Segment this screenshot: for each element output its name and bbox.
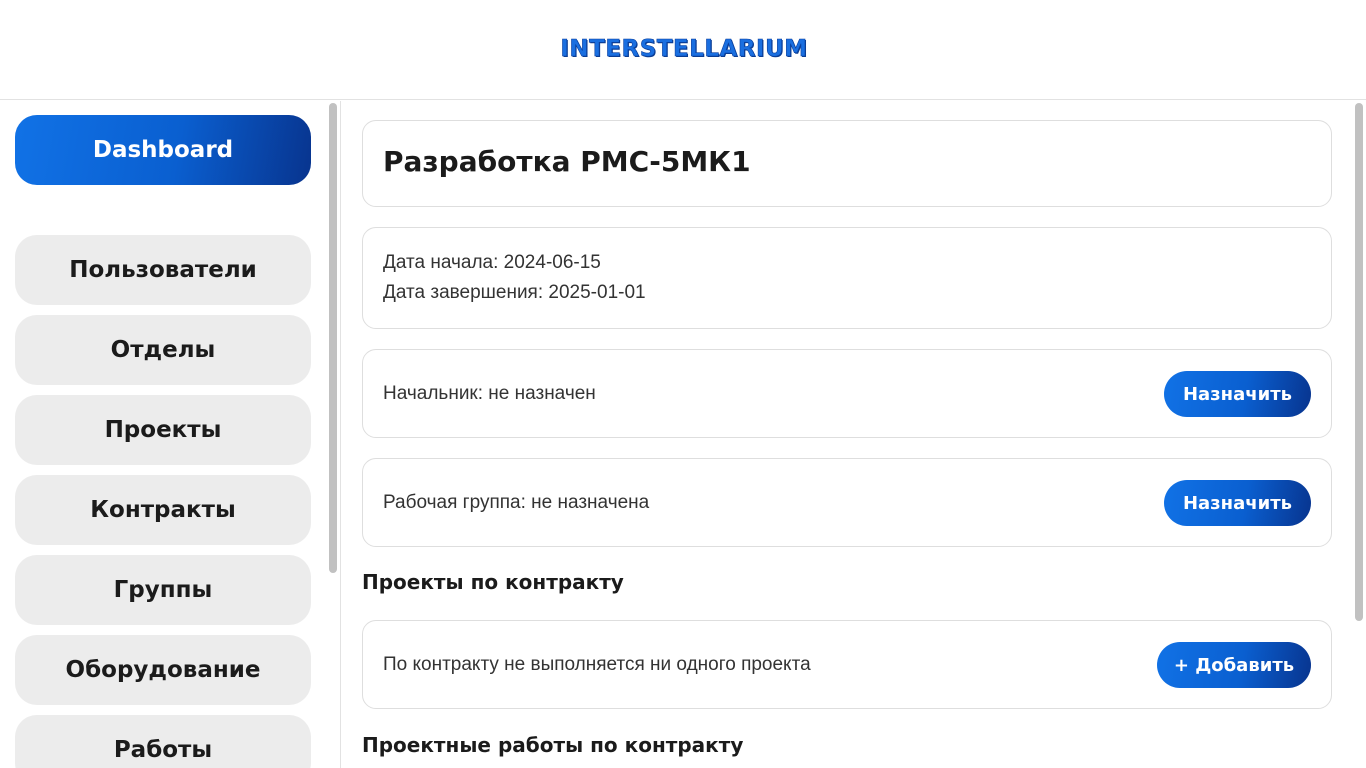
- main-content: Разработка РМС-5МК1 Дата начала: 2024-06…: [342, 101, 1366, 768]
- manager-card: Начальник: не назначен Назначить: [362, 349, 1332, 438]
- sidebar-item-contracts[interactable]: Контракты: [15, 475, 311, 545]
- group-status: Рабочая группа: не назначена: [383, 492, 650, 513]
- sidebar-item-departments[interactable]: Отделы: [15, 315, 311, 385]
- sidebar-item-groups[interactable]: Группы: [15, 555, 311, 625]
- group-card: Рабочая группа: не назначена Назначить: [362, 458, 1332, 547]
- projects-section-title: Проекты по контракту: [362, 570, 624, 594]
- main-scrollbar[interactable]: [1355, 103, 1363, 621]
- projects-card: По контракту не выполняется ни одного пр…: [362, 620, 1332, 709]
- manager-status: Начальник: не назначен: [383, 383, 596, 404]
- add-project-button[interactable]: + Добавить: [1157, 642, 1311, 688]
- assign-manager-button[interactable]: Назначить: [1164, 371, 1311, 417]
- end-date: Дата завершения: 2025-01-01: [383, 282, 646, 303]
- contract-title-card: Разработка РМС-5МК1: [362, 120, 1332, 207]
- assign-group-button[interactable]: Назначить: [1164, 480, 1311, 526]
- projects-empty-text: По контракту не выполняется ни одного пр…: [383, 654, 811, 675]
- works-section-title: Проектные работы по контракту: [362, 733, 744, 757]
- page-title: Разработка РМС-5МК1: [383, 145, 751, 178]
- top-header: INTERSTELLARIUM: [0, 0, 1366, 100]
- sidebar-item-dashboard[interactable]: Dashboard: [15, 115, 311, 185]
- sidebar-scrollbar[interactable]: [329, 103, 337, 573]
- sidebar: Dashboard Пользователи Отделы Проекты Ко…: [0, 101, 341, 768]
- sidebar-item-works[interactable]: Работы: [15, 715, 311, 768]
- sidebar-item-equipment[interactable]: Оборудование: [15, 635, 311, 705]
- sidebar-item-users[interactable]: Пользователи: [15, 235, 311, 305]
- app-logo[interactable]: INTERSTELLARIUM: [548, 34, 820, 64]
- sidebar-item-projects[interactable]: Проекты: [15, 395, 311, 465]
- start-date: Дата начала: 2024-06-15: [383, 252, 601, 273]
- dates-card: Дата начала: 2024-06-15 Дата завершения:…: [362, 227, 1332, 329]
